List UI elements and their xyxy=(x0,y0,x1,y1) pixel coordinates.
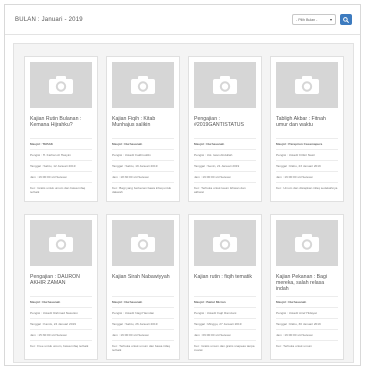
event-speaker: Pengisi : Ustadz Rahmad Nasution xyxy=(30,307,92,318)
main-window: BULAN : Januari - 2019 - Pilih Bulan - K… xyxy=(4,4,361,366)
event-date: Tanggal : Rabu, 30 Januari 2019 xyxy=(276,318,338,329)
event-note: Ket : Gratis untuk umum dan bawa infaq t… xyxy=(30,182,92,193)
filter-group: - Pilih Bulan - xyxy=(292,14,352,25)
event-speaker: Pengisi : Ustadz Nagi Hamdan xyxy=(112,307,174,318)
event-time: Jam : 16:00:00 s/d Selesai xyxy=(30,171,92,182)
event-note: Ket : Umum dan disiapkan infaq sedekahny… xyxy=(276,182,338,193)
event-speaker: Pengisi : Ustadz Fajri Ramzani xyxy=(194,307,256,318)
camera-icon xyxy=(213,234,237,252)
event-title[interactable]: Kajian Pekanan : Bagi mereka, salah rela… xyxy=(276,274,338,292)
event-place: Masjid : Nurhasanah xyxy=(112,296,174,307)
chevron-down-icon xyxy=(330,18,332,21)
event-speaker: Pengisi : Ustadz Dzikri Nasir xyxy=(276,149,338,160)
event-speaker: Pengisi : Ustadz Arief Hidayat xyxy=(276,307,338,318)
event-card[interactable]: Kajian Sirah Nabawiyyah Masjid : Nurhasa… xyxy=(106,214,180,360)
camera-icon xyxy=(295,234,319,252)
camera-icon xyxy=(49,234,73,252)
event-title[interactable]: Kajian Sirah Nabawiyyah xyxy=(112,274,174,292)
event-note: Ket : Terbuka untuk kaum ikhwan dan akhw… xyxy=(194,182,256,193)
month-select-value: - Pilih Bulan - xyxy=(296,17,318,22)
event-thumbnail xyxy=(276,220,338,266)
event-title[interactable]: Kajian Fiqih : Kitab Munhajus salikin xyxy=(112,116,174,134)
event-date: Tanggal : Sabtu, 12 Januari 2019 xyxy=(30,160,92,171)
event-time: Jam : 19:00:00 s/d Selesai xyxy=(194,171,256,182)
event-card[interactable]: Pengajian : #2019GANTISTATUS Masjid : Nu… xyxy=(188,56,262,202)
search-button[interactable] xyxy=(340,14,352,25)
camera-icon xyxy=(49,76,73,94)
event-place: Masjid : Nurhasanah xyxy=(276,296,338,307)
event-note: Ket : Terbuka untuk umum dan bawa infaq … xyxy=(112,340,174,351)
event-title[interactable]: Kajian Rutin Bulanan : Kemana Hijrahku? xyxy=(30,116,92,134)
event-card[interactable]: Tabligh Akbar : Fitnah umur dan waktu Ma… xyxy=(270,56,344,202)
event-time: Jam : 16:00:00 s/d Selesai xyxy=(112,329,174,340)
event-time: Jam : 09:00:00 s/d Selesai xyxy=(194,329,256,340)
event-place: Masjid : Nurhasanah xyxy=(30,296,92,307)
event-place: Masjid : Nurhasanah xyxy=(194,138,256,149)
event-thumbnail xyxy=(112,220,174,266)
search-icon xyxy=(343,16,349,23)
event-thumbnail xyxy=(112,62,174,108)
event-speaker: Pengisi : Ustadz Fakhruddin xyxy=(112,149,174,160)
event-time: Jam : 18:30:00 s/d Selesai xyxy=(112,171,174,182)
camera-icon xyxy=(295,76,319,94)
event-date: Tanggal : Kamis, 24 Januari 2019 xyxy=(30,318,92,329)
header-bar: BULAN : Januari - 2019 - Pilih Bulan - xyxy=(5,5,360,35)
event-card[interactable]: Kajian Rutin Bulanan : Kemana Hijrahku? … xyxy=(24,56,98,202)
camera-icon xyxy=(131,234,155,252)
event-thumbnail xyxy=(194,62,256,108)
event-place: Masjid : TEBAK xyxy=(30,138,92,149)
event-time: Jam : 15:30:00 s/d Selesai xyxy=(30,329,92,340)
event-date: Tanggal : Minggu, 27 Januari 2019 xyxy=(194,318,256,329)
event-thumbnail xyxy=(194,220,256,266)
event-grid: Kajian Rutin Bulanan : Kemana Hijrahku? … xyxy=(24,56,346,360)
event-title[interactable]: Kajian rutin : fiqih tematik xyxy=(194,274,256,292)
page-title: BULAN : Januari - 2019 xyxy=(15,16,83,23)
month-select[interactable]: - Pilih Bulan - xyxy=(292,14,336,25)
event-place: Masjid : Nurhasanah xyxy=(112,138,174,149)
event-title[interactable]: Pengajian : #2019GANTISTATUS xyxy=(194,116,256,134)
event-time: Jam : 16:00:00 s/d Selesai xyxy=(276,329,338,340)
event-note: Ket : Bagi yang berkenan bawa infaq untu… xyxy=(112,182,174,193)
event-speaker: Pengisi : Ust. Iwan Abdullah xyxy=(194,149,256,160)
event-date: Tanggal : Sabtu, 26 Januari 2019 xyxy=(112,318,174,329)
event-thumbnail xyxy=(276,62,338,108)
event-title[interactable]: Tabligh Akbar : Fitnah umur dan waktu xyxy=(276,116,338,134)
event-speaker: Pengisi : H. Farhan Al Hasyim xyxy=(30,149,92,160)
event-title[interactable]: Pengajian : DAURON AKHIR ZAMAN xyxy=(30,274,92,292)
event-panel: Kajian Rutin Bulanan : Kemana Hijrahku? … xyxy=(13,43,354,363)
camera-icon xyxy=(213,76,237,94)
event-card[interactable]: Kajian rutin : fiqih tematik Masjid : Ba… xyxy=(188,214,262,360)
event-place: Masjid : Baitul Mizran xyxy=(194,296,256,307)
camera-icon xyxy=(131,76,155,94)
event-time: Jam : 16:00:00 s/d Selesai xyxy=(276,171,338,182)
event-place: Masjid : Parapirun Casamapura xyxy=(276,138,338,149)
event-note: Ket : Terbuka untuk umum xyxy=(276,340,338,351)
event-date: Tanggal : Sabtu, 19 Januari 2019 xyxy=(112,160,174,171)
event-date: Tanggal : Rabu, 23 Januari 2019 xyxy=(276,160,338,171)
event-card[interactable]: Kajian Fiqih : Kitab Munhajus salikin Ma… xyxy=(106,56,180,202)
event-card[interactable]: Pengajian : DAURON AKHIR ZAMAN Masjid : … xyxy=(24,214,98,360)
event-date: Tanggal : Senin, 21 Januari 2019 xyxy=(194,160,256,171)
event-thumbnail xyxy=(30,62,92,108)
event-note: Ket : Gratis umum dan gratis snapeas tan… xyxy=(194,340,256,351)
event-thumbnail xyxy=(30,220,92,266)
event-note: Ket : Free untuk umum, bawa infaq terbai… xyxy=(30,340,92,351)
event-card[interactable]: Kajian Pekanan : Bagi mereka, salah rela… xyxy=(270,214,344,360)
